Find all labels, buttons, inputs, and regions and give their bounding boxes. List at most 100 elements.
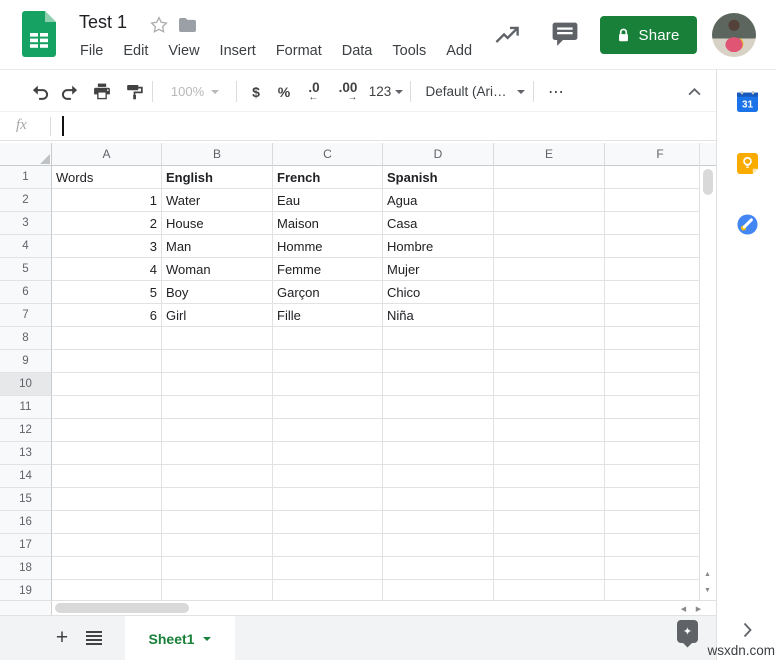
menu-item-file[interactable]: File	[78, 42, 105, 60]
undo-button[interactable]	[28, 71, 52, 112]
row-header-1[interactable]: 1	[0, 166, 52, 189]
row-header-2[interactable]: 2	[0, 189, 52, 212]
cell-B4[interactable]: Man	[162, 235, 273, 258]
cell-C15[interactable]	[273, 488, 383, 511]
column-header-B[interactable]: B	[162, 143, 273, 166]
cell-B16[interactable]	[162, 511, 273, 534]
cell-C3[interactable]: Maison	[273, 212, 383, 235]
cell-D18[interactable]	[383, 557, 494, 580]
row-header-8[interactable]: 8	[0, 327, 52, 350]
print-button[interactable]	[90, 71, 114, 112]
cell-C14[interactable]	[273, 465, 383, 488]
cell-D5[interactable]: Mujer	[383, 258, 494, 281]
row-header-7[interactable]: 7	[0, 304, 52, 327]
cell-C1[interactable]: French	[273, 166, 383, 189]
cell-A13[interactable]	[52, 442, 162, 465]
toolbar-overflow-button[interactable]: ⋯	[542, 71, 572, 112]
cell-B5[interactable]: Woman	[162, 258, 273, 281]
select-all-corner[interactable]	[0, 143, 52, 166]
cell-C7[interactable]: Fille	[273, 304, 383, 327]
show-side-panel-chevron-icon[interactable]	[743, 622, 752, 638]
cell-C17[interactable]	[273, 534, 383, 557]
cell-B14[interactable]	[162, 465, 273, 488]
cell-A1[interactable]: Words	[52, 166, 162, 189]
cell-B1[interactable]: English	[162, 166, 273, 189]
scroll-right-button[interactable]: ▶	[691, 601, 706, 616]
move-folder-icon[interactable]	[178, 17, 197, 33]
cell-E8[interactable]	[494, 327, 605, 350]
cell-A4[interactable]: 3	[52, 235, 162, 258]
cell-E15[interactable]	[494, 488, 605, 511]
cell-A15[interactable]	[52, 488, 162, 511]
cell-E9[interactable]	[494, 350, 605, 373]
cell-A19[interactable]	[52, 580, 162, 600]
cell-C10[interactable]	[273, 373, 383, 396]
cell-B2[interactable]: Water	[162, 189, 273, 212]
explore-button[interactable]: ✦	[677, 620, 698, 643]
all-sheets-icon[interactable]	[86, 631, 102, 645]
cell-D16[interactable]	[383, 511, 494, 534]
scroll-left-button[interactable]: ◀	[676, 601, 691, 616]
cell-B11[interactable]	[162, 396, 273, 419]
cell-A9[interactable]	[52, 350, 162, 373]
cell-D4[interactable]: Hombre	[383, 235, 494, 258]
cell-D8[interactable]	[383, 327, 494, 350]
row-header-17[interactable]: 17	[0, 534, 52, 557]
cell-A3[interactable]: 2	[52, 212, 162, 235]
cell-B13[interactable]	[162, 442, 273, 465]
cell-E11[interactable]	[494, 396, 605, 419]
menu-item-insert[interactable]: Insert	[218, 42, 258, 60]
row-header-13[interactable]: 13	[0, 442, 52, 465]
cell-A8[interactable]	[52, 327, 162, 350]
zoom-select[interactable]: 100%	[162, 71, 228, 112]
add-sheet-button[interactable]: +	[49, 624, 75, 652]
cell-D12[interactable]	[383, 419, 494, 442]
cell-C18[interactable]	[273, 557, 383, 580]
cell-E2[interactable]	[494, 189, 605, 212]
insights-chart-icon[interactable]	[494, 22, 520, 48]
cell-E1[interactable]	[494, 166, 605, 189]
decrease-decimal-button[interactable]: .0←	[300, 71, 328, 112]
cell-E6[interactable]	[494, 281, 605, 304]
cell-D13[interactable]	[383, 442, 494, 465]
cell-C12[interactable]	[273, 419, 383, 442]
calendar-icon[interactable]: 31	[737, 91, 758, 112]
cell-A18[interactable]	[52, 557, 162, 580]
row-header-14[interactable]: 14	[0, 465, 52, 488]
cell-C13[interactable]	[273, 442, 383, 465]
scroll-down-button[interactable]: ▼	[700, 583, 715, 598]
cell-B6[interactable]: Boy	[162, 281, 273, 304]
row-header-19[interactable]: 19	[0, 580, 52, 600]
row-header-10[interactable]: 10	[0, 373, 52, 396]
cell-D10[interactable]	[383, 373, 494, 396]
cell-B8[interactable]	[162, 327, 273, 350]
cell-A7[interactable]: 6	[52, 304, 162, 327]
cell-A17[interactable]	[52, 534, 162, 557]
cell-C19[interactable]	[273, 580, 383, 600]
row-header-4[interactable]: 4	[0, 235, 52, 258]
star-icon[interactable]	[150, 16, 168, 34]
cell-D19[interactable]	[383, 580, 494, 600]
cell-E14[interactable]	[494, 465, 605, 488]
cell-D1[interactable]: Spanish	[383, 166, 494, 189]
cell-D14[interactable]	[383, 465, 494, 488]
cell-D17[interactable]	[383, 534, 494, 557]
cell-A14[interactable]	[52, 465, 162, 488]
format-currency-button[interactable]: $	[245, 71, 267, 112]
cell-B18[interactable]	[162, 557, 273, 580]
formula-bar[interactable]: fx	[0, 113, 716, 141]
cell-B10[interactable]	[162, 373, 273, 396]
row-header-18[interactable]: 18	[0, 557, 52, 580]
font-family-select[interactable]: Default (Ari…	[420, 71, 530, 112]
scroll-up-button[interactable]: ▲	[700, 567, 715, 582]
menu-item-format[interactable]: Format	[274, 42, 324, 60]
cell-B9[interactable]	[162, 350, 273, 373]
tasks-icon[interactable]	[737, 214, 758, 235]
keep-icon[interactable]	[737, 153, 758, 174]
cell-C11[interactable]	[273, 396, 383, 419]
cell-A2[interactable]: 1	[52, 189, 162, 212]
cell-E5[interactable]	[494, 258, 605, 281]
cell-B12[interactable]	[162, 419, 273, 442]
cell-B3[interactable]: House	[162, 212, 273, 235]
cell-C9[interactable]	[273, 350, 383, 373]
